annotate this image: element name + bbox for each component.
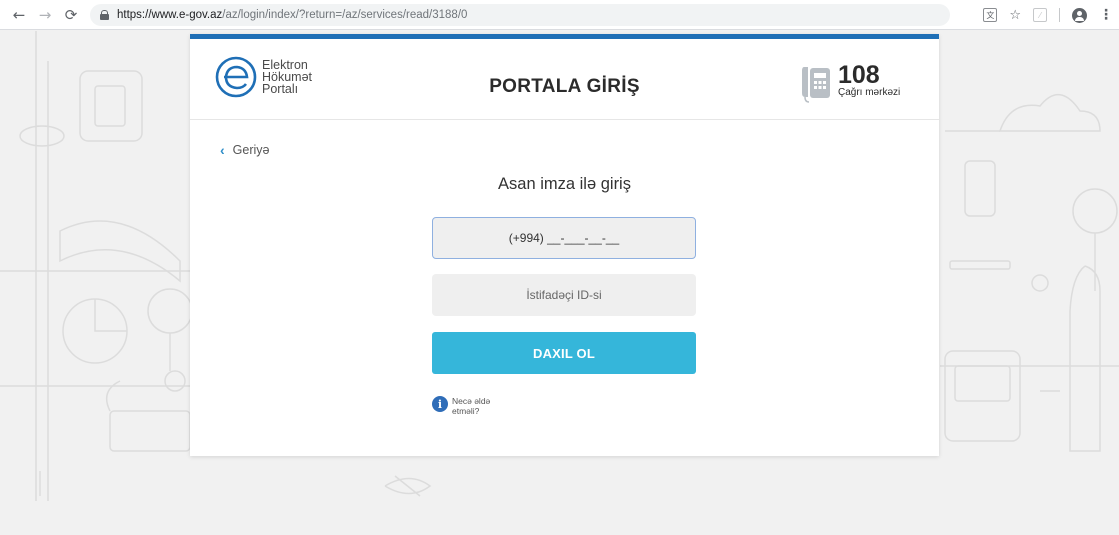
back-link-label: Geriyə: [232, 143, 270, 157]
how-to-get-link[interactable]: i Necə əldə etməli?: [432, 396, 512, 416]
forward-arrow-icon[interactable]: →: [34, 4, 56, 26]
chevron-left-icon: ‹: [220, 142, 225, 158]
browser-toolbar: ← → ⟳ https://www.e-gov.az/az/login/inde…: [0, 0, 1119, 30]
menu-kebab-icon[interactable]: ⋮: [1099, 7, 1113, 23]
bookmark-star-icon[interactable]: ☆: [1009, 8, 1021, 23]
back-arrow-icon[interactable]: ←: [8, 4, 30, 26]
user-id-input[interactable]: İstifadəçi ID-si: [432, 274, 696, 316]
info-icon: i: [432, 396, 448, 412]
call-center: 108 Çağrı mərkəzi: [800, 63, 900, 103]
toolbar-separator: [1059, 8, 1060, 22]
lock-icon: [100, 10, 109, 20]
form-title: Asan imza ilə giriş: [498, 175, 631, 193]
back-link[interactable]: ‹ Geriyə: [220, 142, 270, 158]
phone-handset-icon: [802, 67, 830, 103]
phone-input[interactable]: (+994) __-___-__-__: [432, 217, 696, 259]
login-card: Elektron Hökumət Portalı PORTALA GİRİŞ 1…: [190, 34, 939, 456]
reload-icon[interactable]: ⟳: [60, 4, 82, 26]
address-bar[interactable]: https://www.e-gov.az/az/login/index/?ret…: [90, 4, 950, 26]
login-button[interactable]: DAXIL OL: [432, 332, 696, 374]
call-center-label: Çağrı mərkəzi: [838, 87, 901, 98]
translate-icon[interactable]: 文: [983, 8, 998, 22]
extension-icon[interactable]: ⁄: [1033, 8, 1047, 22]
card-header: Elektron Hökumət Portalı PORTALA GİRİŞ 1…: [190, 39, 939, 120]
call-center-number: 108: [838, 61, 880, 89]
how-to-get-label: Necə əldə etməli?: [452, 396, 491, 416]
profile-icon[interactable]: [1072, 7, 1087, 23]
url-text: https://www.e-gov.az/az/login/index/?ret…: [117, 9, 468, 21]
